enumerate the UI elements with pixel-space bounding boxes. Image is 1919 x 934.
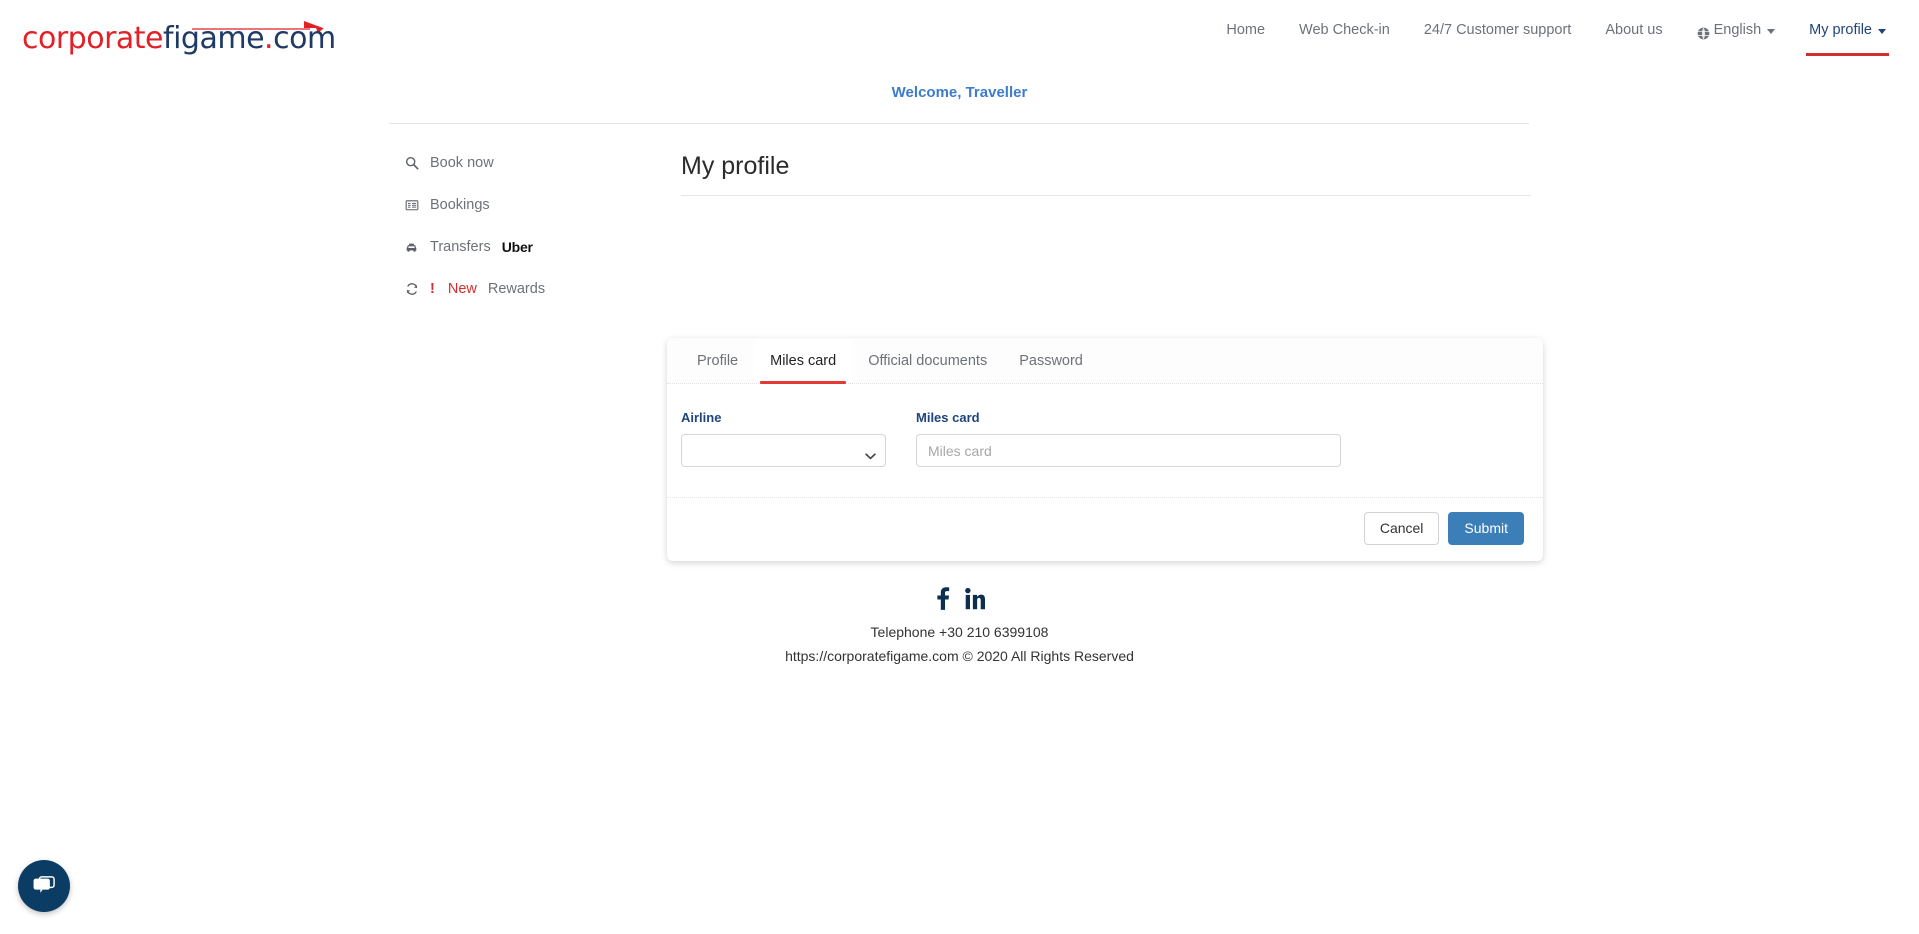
- nav-label-customer-support: 24/7 Customer support: [1423, 22, 1572, 38]
- sidebar-label-book-now: Book now: [430, 155, 494, 171]
- nav-label-web-checkin: Web Check-in: [1299, 22, 1390, 38]
- site-footer: Telephone +30 210 6399108 https://corpor…: [0, 578, 1919, 666]
- taxi-icon: [404, 240, 419, 255]
- airline-select-wrapper: [681, 434, 886, 467]
- tab-label-miles-card: Miles card: [770, 353, 837, 369]
- list-icon: [404, 198, 419, 213]
- card-footer: Cancel Submit: [667, 498, 1543, 561]
- airline-select[interactable]: [681, 434, 886, 467]
- footer-telephone: Telephone +30 210 6399108: [870, 624, 1049, 640]
- uber-brand-label: Uber: [501, 239, 533, 255]
- miles-card-form: Airline Miles card: [667, 384, 1543, 498]
- footer-copyright: https://corporatefigame.com © 2020 All R…: [785, 648, 1134, 664]
- nav-label-language: English: [1713, 22, 1762, 38]
- top-navigation: Home Web Check-in 24/7 Customer support …: [1209, 0, 1903, 70]
- nav-label-home: Home: [1226, 22, 1266, 38]
- tab-miles-card[interactable]: Miles card: [754, 339, 853, 384]
- nav-label-my-profile: My profile: [1809, 22, 1872, 38]
- chevron-down-icon: [1878, 28, 1886, 34]
- cancel-button[interactable]: Cancel: [1363, 512, 1440, 545]
- miles-card-label: Miles card: [916, 410, 980, 425]
- rewards-alert-marker: !: [430, 281, 435, 297]
- social-links: [0, 578, 1919, 618]
- miles-card-input[interactable]: [916, 434, 1341, 467]
- sidebar-label-bookings: Bookings: [430, 197, 490, 213]
- sidebar-label-transfers: Transfers: [430, 239, 491, 255]
- chat-bubble-icon: [33, 876, 55, 893]
- linkedin-icon[interactable]: [965, 586, 985, 611]
- tab-label-official-documents: Official documents: [868, 353, 988, 369]
- tab-label-password: Password: [1019, 353, 1083, 369]
- rewards-new-badge: New: [447, 281, 477, 297]
- content-area: My profile: [681, 123, 1531, 196]
- submit-button[interactable]: Submit: [1448, 512, 1524, 545]
- logo-text-dot: .: [264, 21, 274, 56]
- logo-text-figame: figame: [163, 21, 265, 56]
- tab-label-profile: Profile: [697, 353, 739, 369]
- nav-item-customer-support[interactable]: 24/7 Customer support: [1407, 20, 1589, 40]
- profile-card: Profile Miles card Official documents Pa…: [667, 338, 1543, 561]
- logo-text-com: com: [273, 21, 336, 56]
- logo-text-corporate: corporate: [22, 21, 164, 56]
- search-icon: [404, 156, 419, 171]
- sidebar-item-book-now[interactable]: Book now: [404, 153, 634, 173]
- field-airline: Airline: [681, 410, 886, 467]
- site-logo[interactable]: corporatefigame.com: [22, 8, 336, 54]
- sidebar-item-rewards[interactable]: ! New Rewards: [404, 279, 634, 299]
- title-divider: [681, 195, 1531, 196]
- globe-icon: [1697, 26, 1710, 39]
- sidebar-label-rewards: Rewards: [487, 281, 546, 297]
- sidebar-item-bookings[interactable]: Bookings: [404, 195, 634, 215]
- chevron-down-icon: [1767, 28, 1776, 34]
- nav-item-web-checkin[interactable]: Web Check-in: [1282, 20, 1407, 40]
- form-row: Airline Miles card: [681, 410, 1517, 467]
- tab-password[interactable]: Password: [1003, 339, 1099, 383]
- facebook-icon[interactable]: [934, 586, 951, 611]
- chat-widget-button[interactable]: [18, 860, 70, 912]
- nav-item-home[interactable]: Home: [1209, 20, 1282, 40]
- sidebar: Book now Bookings Transfers Uber ! New R…: [404, 153, 634, 321]
- active-nav-indicator: [1806, 53, 1889, 56]
- nav-item-language[interactable]: English: [1680, 20, 1793, 40]
- site-header: corporatefigame.com Home Web Check-in 24…: [0, 0, 1919, 70]
- sidebar-item-transfers[interactable]: Transfers Uber: [404, 237, 634, 257]
- tab-profile[interactable]: Profile: [681, 339, 754, 383]
- nav-item-about-us[interactable]: About us: [1588, 20, 1679, 40]
- active-tab-indicator: [760, 381, 847, 384]
- nav-label-about-us: About us: [1605, 22, 1663, 38]
- airline-label: Airline: [681, 410, 722, 425]
- logo-wordmark: corporatefigame.com: [22, 24, 336, 54]
- page-title: My profile: [681, 152, 790, 180]
- refresh-icon: [404, 282, 419, 297]
- field-miles-card: Miles card: [916, 410, 1341, 467]
- tab-bar: Profile Miles card Official documents Pa…: [667, 338, 1543, 384]
- welcome-message: Welcome, Traveller: [891, 84, 1028, 101]
- tab-official-documents[interactable]: Official documents: [852, 339, 1003, 383]
- nav-item-my-profile[interactable]: My profile: [1792, 20, 1903, 56]
